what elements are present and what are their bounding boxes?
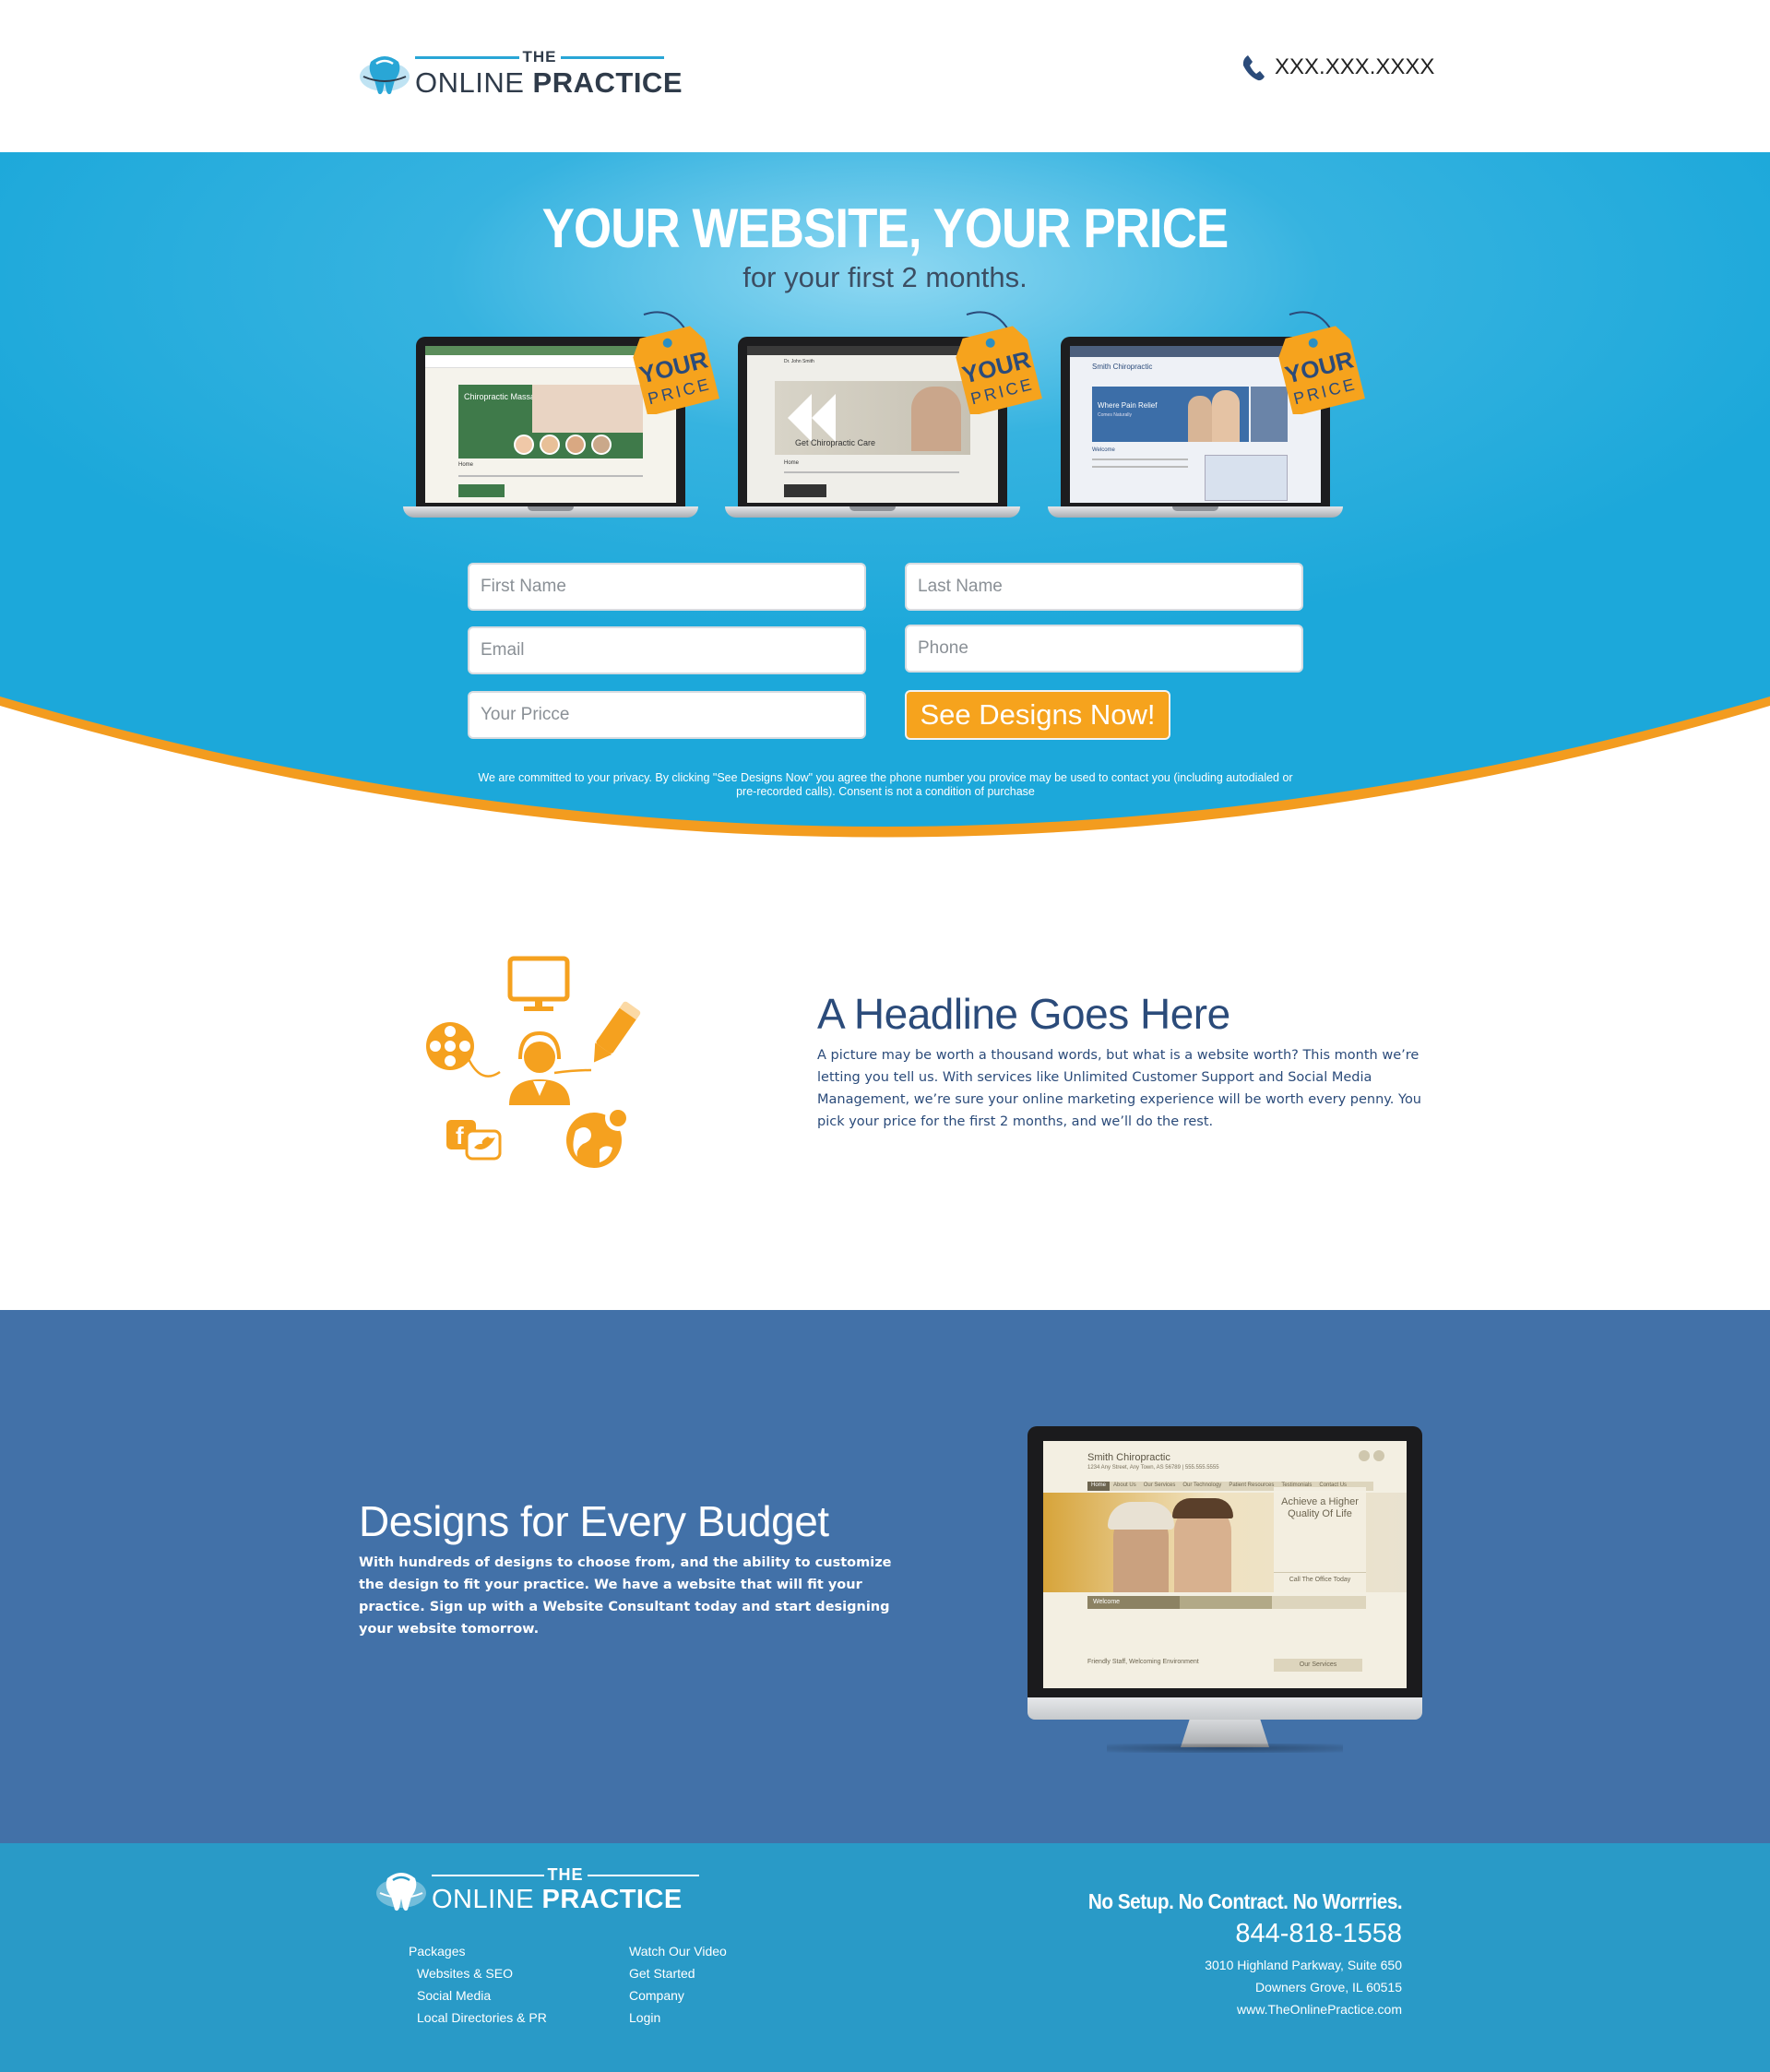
privacy-line-2: pre-recorded calls). Consent is not a co… [736,785,1035,798]
footer-address-line-2: Downers Grove, IL 60515 [1254,1980,1402,1995]
monitor-icon [507,956,570,1011]
preview-footer-text: Home [458,462,474,468]
preview-banner-text: Where Pain Relief [1098,401,1158,410]
phone-input[interactable] [905,625,1303,673]
preview-banner-subtext: Comes Naturally [1098,412,1132,418]
header-phone[interactable]: XXX.XXX.XXXX [1241,54,1434,81]
see-designs-button[interactable]: See Designs Now! [905,690,1170,740]
logo-the: THE [415,48,664,66]
facebook-icon[interactable] [1359,1450,1370,1461]
footer-logo[interactable]: THE ONLINE PRACTICE [374,1865,699,1913]
preview-services: Our Services [1274,1659,1362,1672]
preview-welcome: Welcome [1087,1596,1180,1609]
footer-link-login[interactable]: Login [629,2010,660,2025]
footer-link-get-started[interactable]: Get Started [629,1966,695,1981]
footer-link-packages[interactable]: Packages [409,1944,465,1959]
preview-nav-item: Our Services [1143,1483,1176,1488]
your-price-input[interactable] [468,691,866,739]
tooth-logo-icon [376,1873,426,1911]
price-tag-icon: YOUR PRICE [633,311,719,414]
first-name-input[interactable] [468,563,866,611]
phone-icon [1242,55,1265,81]
privacy-notice: We are committed to your privacy. By cli… [470,771,1301,799]
social-media-icon: f [446,1120,502,1161]
footer-link-local-directories[interactable]: Local Directories & PR [417,2010,547,2025]
preview-site-name: Smith Chiropractic [1087,1452,1170,1463]
preview-nav-item: Home [1087,1482,1111,1491]
desktop-monitor-preview: Smith Chiropractic 1234 Any Street, Any … [1028,1426,1422,1755]
preview-side-panel: Achieve a Higher Quality Of Life Call Th… [1274,1487,1366,1594]
preview-side-heading: Achieve a Higher Quality Of Life [1281,1496,1359,1519]
preview-banner-text: Get Chiropractic Care [795,438,876,447]
feature-headline: A Headline Goes Here [817,990,1230,1038]
footer-link-websites-seo[interactable]: Websites & SEO [417,1966,513,1981]
feature-body: A picture may be worth a thousand words,… [817,1048,1421,1129]
preview-nav-item: Our Technology [1182,1483,1222,1488]
preview-footer-text: Home [784,460,800,466]
footer-link-watch-video[interactable]: Watch Our Video [629,1944,727,1959]
footer-address-line-1: 3010 Highland Parkway, Suite 650 [1205,1958,1402,1972]
services-illustration: f [426,956,642,1168]
film-reel-icon [426,1022,501,1078]
pencil-icon [553,1000,642,1075]
site-header: THE ONLINE PRACTICE XXX.XXX.XXXX [0,0,1770,152]
tooth-logo-icon [360,55,410,94]
price-tag-icon: YOUR PRICE [1278,311,1365,414]
site-footer: THE ONLINE PRACTICE Packages Websites & … [0,1843,1770,2072]
preview-site-name: Smith Chiropractic [1092,363,1153,371]
hero-subtitle: for your first 2 months. [742,261,1028,293]
support-agent-icon [509,1030,570,1105]
globe-icon [566,1105,631,1168]
footer-link-company[interactable]: Company [629,1988,684,2003]
site-logo[interactable]: THE ONLINE PRACTICE [358,48,683,97]
hero-section: YOUR WEBSITE, YOUR PRICE for your first … [0,152,1770,853]
footer-phone[interactable]: 844-818-1558 [1235,1919,1402,1949]
preview-nav-item: Patient Resources [1229,1483,1275,1488]
footer-logo-the: THE [432,1865,699,1885]
designs-body: With hundreds of designs to choose from,… [359,1555,892,1637]
footer-logo-wordmark: ONLINE PRACTICE [432,1885,683,1914]
svg-text:f: f [456,1122,464,1149]
hero-title: YOUR WEBSITE, YOUR PRICE [541,197,1229,259]
logo-wordmark: ONLINE PRACTICE [415,66,683,99]
email-input[interactable] [468,626,866,674]
footer-tagline: No Setup. No Contract. No Worrries. [1087,1889,1403,1913]
last-name-input[interactable] [905,563,1303,611]
designs-title: Designs for Every Budget [359,1497,829,1545]
monitor-screen: Smith Chiropractic 1234 Any Street, Any … [1043,1441,1407,1688]
preview-caption: Friendly Staff, Welcoming Environment [1087,1659,1199,1665]
preview-nav-item: About Us [1113,1483,1136,1488]
price-tag-icon: YOUR PRICE [956,311,1042,414]
privacy-line-1: We are committed to your privacy. By cli… [478,771,1293,784]
header-phone-number: XXX.XXX.XXXX [1275,54,1435,79]
preview-section-text: Welcome [1092,447,1115,453]
preview-address: 1234 Any Street, Any Town, AS 56789 | 55… [1087,1465,1219,1471]
preview-side-cta: Call The Office Today [1274,1572,1366,1583]
footer-website-link[interactable]: www.TheOnlinePractice.com [1237,2002,1402,2017]
twitter-icon[interactable] [1373,1450,1384,1461]
preview-header-text: Dr. John Smith [784,359,814,364]
footer-link-social-media[interactable]: Social Media [417,1988,491,2003]
